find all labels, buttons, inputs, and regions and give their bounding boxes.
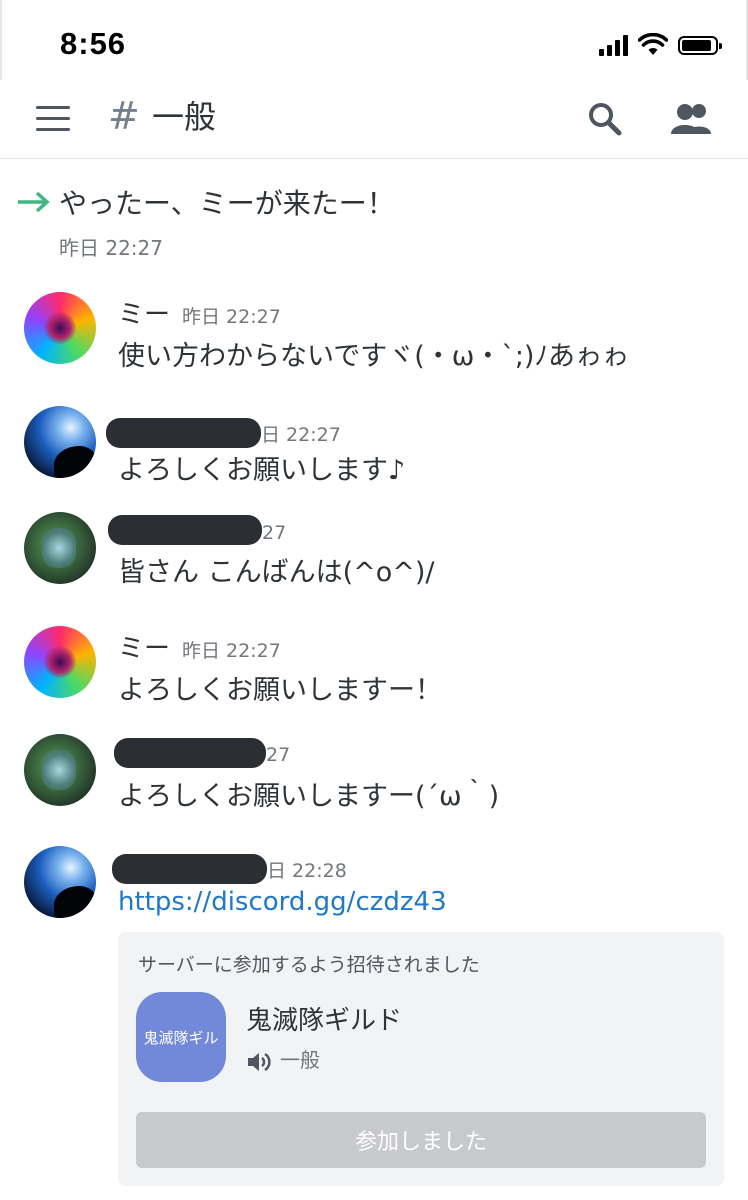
avatar[interactable] — [24, 846, 96, 918]
timestamp: 27 — [262, 522, 287, 544]
message-text: よろしくお願いしますー！ — [118, 675, 442, 706]
avatar[interactable] — [24, 406, 96, 478]
redacted-username — [106, 418, 261, 448]
wifi-icon — [638, 33, 668, 55]
cellular-signal-icon — [599, 34, 628, 56]
timestamp: 日 22:28 — [267, 860, 347, 882]
timestamp: 昨日 22:27 — [182, 306, 281, 328]
status-time: 8:56 — [60, 26, 127, 61]
channel-title: 一般 — [152, 98, 217, 136]
channel-hash-icon: # — [108, 94, 140, 138]
guild-channel: 一般 — [246, 1044, 320, 1073]
username[interactable]: ミー — [118, 300, 170, 330]
message-text: 皆さん こんばんは(^o^)/ — [118, 557, 435, 588]
status-icons — [599, 30, 722, 60]
avatar[interactable] — [24, 292, 96, 364]
redacted-username — [108, 515, 262, 545]
invite-heading: サーバーに参加するよう招待されました — [138, 954, 480, 976]
redacted-username — [114, 738, 266, 768]
message-link-wrapper: https://discord.gg/czdz43 — [118, 886, 447, 917]
server-invite-card: サーバーに参加するよう招待されました 鬼滅隊ギル 鬼滅隊ギルド 一般 参加しまし… — [118, 932, 724, 1186]
frame-edge-left — [0, 0, 2, 80]
message-text: 使い方わからないですヾ(・ω・`;)ﾉあゎゎ — [118, 341, 629, 372]
avatar[interactable] — [24, 512, 96, 584]
timestamp: 27 — [266, 744, 291, 766]
timestamp: 日 22:27 — [261, 424, 341, 446]
status-bar: 8:56 — [0, 0, 748, 80]
guild-name: 鬼滅隊ギルド — [246, 1006, 403, 1036]
system-message-time: 昨日 22:27 — [59, 236, 163, 260]
battery-icon — [678, 35, 722, 55]
search-icon[interactable] — [588, 102, 622, 136]
speaker-icon — [248, 1052, 271, 1071]
invite-link[interactable]: https://discord.gg/czdz43 — [118, 887, 447, 917]
menu-icon[interactable] — [36, 106, 70, 132]
join-arrow-icon — [18, 191, 50, 213]
timestamp: 昨日 22:27 — [182, 640, 281, 662]
message-text: よろしくお願いしますー(´ω｀) — [118, 781, 500, 812]
system-message-text: やったー、ミーが来たー！ — [59, 187, 395, 220]
message-header: ミー 昨日 22:27 — [118, 294, 281, 331]
channel-header: # 一般 — [0, 80, 748, 159]
guild-channel-name: 一般 — [280, 1048, 320, 1072]
message-text: よろしくお願いします♪ — [118, 455, 406, 486]
username[interactable]: ミー — [118, 634, 170, 664]
guild-icon[interactable]: 鬼滅隊ギル — [136, 992, 226, 1082]
avatar[interactable] — [24, 626, 96, 698]
message-header: ミー 昨日 22:27 — [118, 628, 281, 665]
members-icon[interactable] — [670, 102, 714, 136]
redacted-username — [112, 854, 267, 884]
joined-button[interactable]: 参加しました — [136, 1112, 706, 1168]
avatar[interactable] — [24, 734, 96, 806]
